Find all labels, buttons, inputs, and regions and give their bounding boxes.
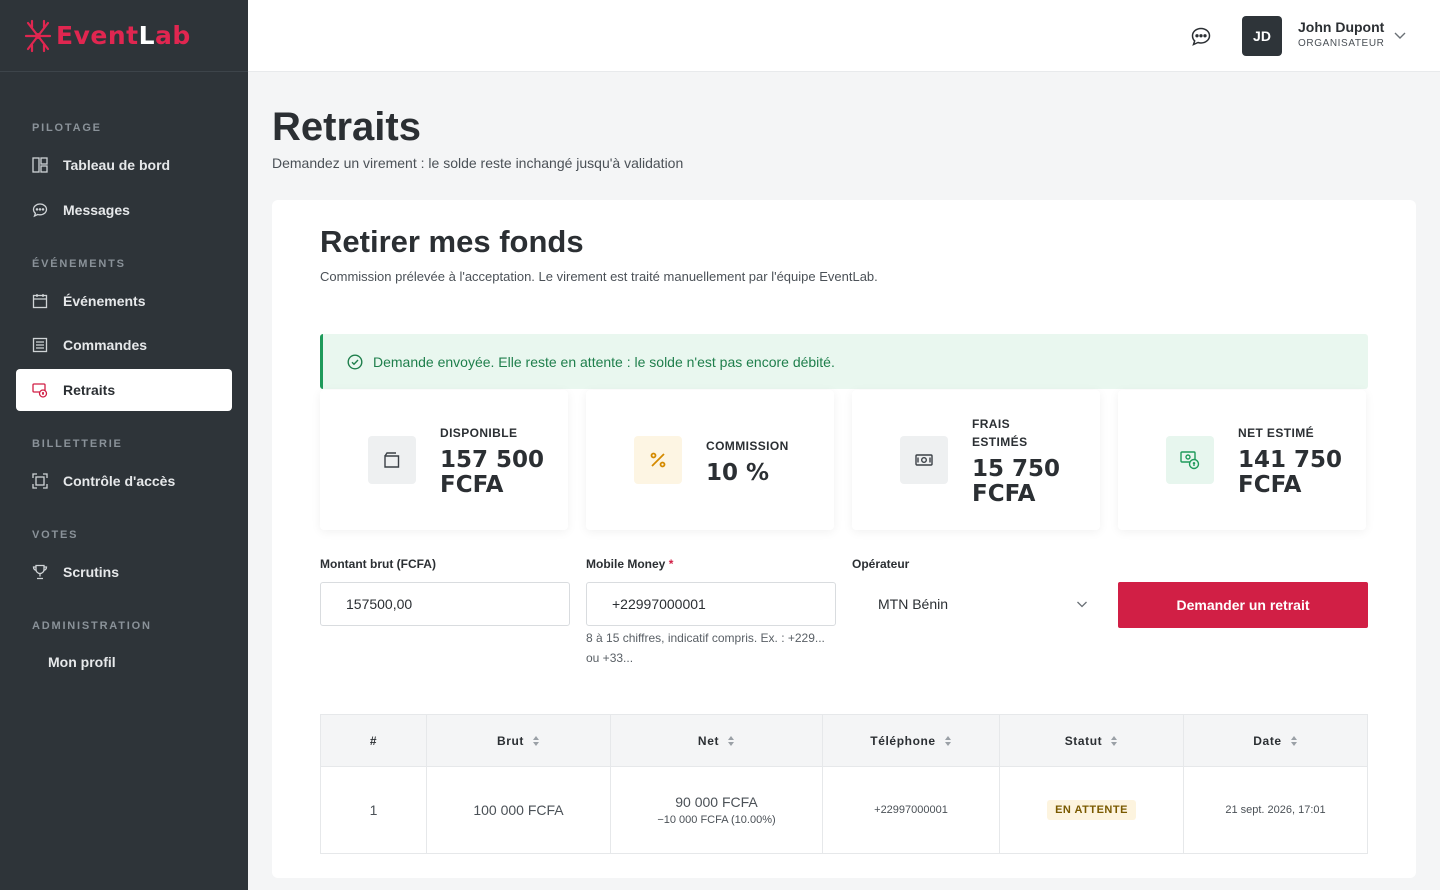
- nav-section-pilotage: PILOTAGE: [32, 122, 102, 134]
- sidebar-item-controle-acces[interactable]: Contrôle d'accès: [16, 460, 232, 502]
- sidebar-item-label: Scrutins: [63, 564, 120, 580]
- col-header-net[interactable]: Net: [611, 715, 823, 766]
- sidebar-item-commandes[interactable]: Commandes: [16, 324, 232, 366]
- logo-mark-icon: [24, 19, 52, 52]
- calendar-icon: [32, 293, 48, 309]
- sort-icon: [944, 735, 951, 746]
- stat-net: NET ESTIMÉ 141 750 FCFA: [1118, 390, 1366, 530]
- withdrawals-table: # Brut Net Téléphone Statut Date 1 100 0…: [320, 714, 1368, 854]
- stat-label: NET ESTIMÉ: [1238, 426, 1315, 440]
- col-header-date[interactable]: Date: [1184, 715, 1367, 766]
- cell-status: EN ATTENTE: [1000, 767, 1184, 853]
- nav-section-evenements: ÉVÉNEMENTS: [32, 258, 126, 270]
- user-name[interactable]: John Dupont: [1298, 19, 1384, 35]
- sort-icon: [533, 735, 540, 746]
- stat-frais: FRAIS ESTIMÉS 15 750 FCFA: [852, 390, 1100, 530]
- sidebar-item-label: Tableau de bord: [63, 157, 171, 173]
- cash-icon: [900, 436, 948, 484]
- card-title: Retirer mes fonds: [320, 224, 584, 259]
- sidebar-item-label: Messages: [63, 202, 130, 218]
- stat-commission: COMMISSION 10 %: [586, 390, 834, 530]
- stat-value: 15 750 FCFA: [972, 456, 1061, 507]
- amount-input[interactable]: 157500,00: [320, 582, 570, 626]
- sidebar-item-label: Contrôle d'accès: [63, 473, 176, 489]
- stat-label: COMMISSION: [706, 439, 789, 453]
- sidebar-item-label: Commandes: [63, 337, 148, 353]
- page-subtitle: Demandez un virement : le solde reste in…: [272, 155, 684, 171]
- sidebar-item-evenements[interactable]: Événements: [16, 280, 232, 322]
- trophy-icon: [32, 564, 48, 580]
- brand-name: EventLab: [56, 21, 191, 50]
- required-marker: *: [668, 557, 674, 571]
- check-circle-icon: [347, 353, 363, 370]
- messages-icon[interactable]: [1190, 26, 1212, 48]
- success-alert: Demande envoyée. Elle reste en attente :…: [320, 334, 1368, 389]
- cell-date: 21 sept. 2026, 17:01: [1225, 804, 1326, 816]
- alert-text: Demande envoyée. Elle reste en attente :…: [373, 353, 835, 370]
- sort-icon: [1290, 735, 1297, 746]
- stat-disponible: DISPONIBLE 157 500 FCFA: [320, 390, 568, 530]
- status-badge: EN ATTENTE: [1047, 800, 1136, 820]
- operator-value: MTN Bénin: [878, 596, 949, 612]
- user-role: ORGANISATEUR: [1298, 38, 1385, 49]
- col-header-brut[interactable]: Brut: [427, 715, 611, 766]
- cell-brut: 100 000 FCFA: [427, 767, 611, 853]
- phone-input[interactable]: +22997000001: [586, 582, 836, 626]
- table-header: # Brut Net Téléphone Statut Date: [320, 714, 1368, 766]
- net-detail: −10 000 FCFA (10.00%): [657, 814, 776, 826]
- chat-icon: [32, 202, 48, 218]
- list-icon: [32, 337, 48, 353]
- brand-logo[interactable]: EventLab: [0, 0, 248, 72]
- page-title: Retraits: [272, 105, 421, 149]
- table-row[interactable]: 1 100 000 FCFA 90 000 FCFA −10 000 FCFA …: [320, 766, 1368, 854]
- cell-number: 1: [321, 767, 427, 853]
- sidebar-item-label: Événements: [63, 293, 146, 309]
- withdraw-card: Retirer mes fonds Commission prélevée à …: [272, 200, 1416, 878]
- sidebar-item-retraits[interactable]: Retraits: [16, 369, 232, 411]
- col-header-statut[interactable]: Statut: [1000, 715, 1184, 766]
- sidebar-item-dashboard[interactable]: Tableau de bord: [16, 144, 232, 186]
- cell-net: 90 000 FCFA −10 000 FCFA (10.00%): [611, 767, 823, 853]
- percent-icon: [634, 436, 682, 484]
- money-transfer-icon: [1166, 436, 1214, 484]
- operator-select[interactable]: MTN Bénin: [852, 582, 1100, 626]
- sidebar-item-mon-profil[interactable]: Mon profil: [16, 641, 232, 683]
- chevron-down-icon[interactable]: [1393, 28, 1407, 42]
- sort-icon: [1111, 735, 1118, 746]
- scan-icon: [32, 473, 48, 489]
- sidebar-item-messages[interactable]: Messages: [16, 189, 232, 231]
- nav-section-billetterie: BILLETTERIE: [32, 438, 123, 450]
- wallet-icon: [368, 436, 416, 484]
- request-withdrawal-button[interactable]: Demander un retrait: [1118, 582, 1368, 628]
- operator-label: Opérateur: [852, 557, 910, 571]
- stat-value: 157 500 FCFA: [440, 447, 545, 498]
- col-header-telephone[interactable]: Téléphone: [823, 715, 1000, 766]
- stat-label: FRAIS ESTIMÉS: [972, 417, 1028, 449]
- sidebar-item-label: Retraits: [63, 382, 116, 398]
- amount-label: Montant brut (FCFA): [320, 557, 436, 571]
- nav-section-administration: ADMINISTRATION: [32, 620, 152, 632]
- sidebar: EventLab PILOTAGE Tableau de bord Messag…: [0, 0, 248, 890]
- phone-hint: 8 à 15 chiffres, indicatif compris. Ex. …: [586, 631, 825, 665]
- avatar[interactable]: JD: [1242, 16, 1282, 56]
- stat-value: 141 750 FCFA: [1238, 447, 1343, 498]
- sidebar-item-label: Mon profil: [48, 654, 116, 670]
- net-amount: 90 000 FCFA: [675, 794, 758, 810]
- sort-icon: [728, 735, 735, 746]
- withdraw-icon: [32, 382, 48, 398]
- stat-label: DISPONIBLE: [440, 426, 518, 440]
- nav-section-votes: VOTES: [32, 529, 79, 541]
- sidebar-item-scrutins[interactable]: Scrutins: [16, 551, 232, 593]
- chevron-down-icon: [1077, 601, 1087, 608]
- stat-value: 10 %: [706, 460, 770, 486]
- topbar: JD John Dupont ORGANISATEUR: [248, 0, 1440, 72]
- dashboard-icon: [32, 157, 48, 173]
- col-header-number[interactable]: #: [321, 715, 427, 766]
- cell-phone: +22997000001: [823, 767, 1000, 853]
- card-subtitle: Commission prélevée à l'acceptation. Le …: [320, 269, 878, 284]
- phone-label: Mobile Money *: [586, 557, 674, 571]
